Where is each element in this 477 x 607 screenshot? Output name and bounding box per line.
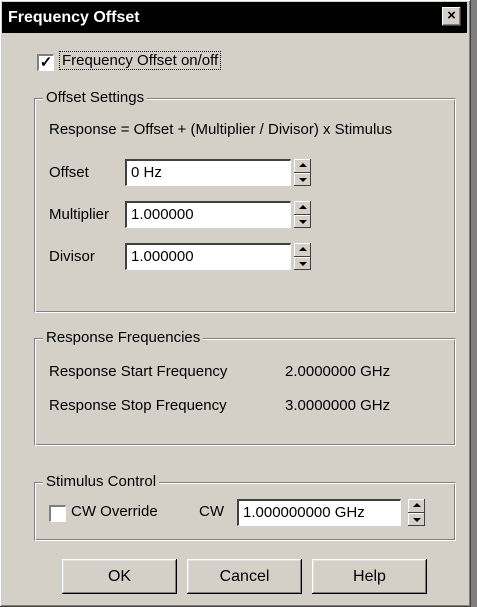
frequency-offset-checkbox[interactable]: ✓ [37, 54, 54, 71]
response-formula: Response = Offset + (Multiplier / Diviso… [49, 121, 393, 138]
offset-input[interactable]: 0 Hz [125, 159, 291, 186]
response-frequencies-title: Response Frequencies [43, 329, 204, 346]
divisor-label: Divisor [49, 248, 95, 265]
frequency-offset-label[interactable]: Frequency Offset on/off [58, 51, 222, 70]
close-icon: × [447, 7, 456, 24]
offset-label: Offset [49, 164, 89, 181]
frequency-offset-dialog: Frequency Offset × ✓ Frequency Offset on… [0, 0, 471, 607]
offset-spinner[interactable] [294, 159, 311, 186]
window-title: Frequency Offset [8, 9, 140, 26]
multiplier-spinner[interactable] [294, 201, 311, 228]
help-button[interactable]: Help [312, 559, 427, 594]
cw-spin-up[interactable] [408, 499, 425, 513]
cw-spinner[interactable] [408, 499, 425, 526]
response-stop-value: 3.0000000 GHz [285, 397, 391, 414]
divisor-input[interactable]: 1.000000 [125, 243, 291, 270]
stimulus-control-title: Stimulus Control [43, 473, 160, 490]
cw-override-checkbox[interactable] [49, 505, 66, 522]
title-bar[interactable]: Frequency Offset × [2, 2, 467, 33]
multiplier-input[interactable]: 1.000000 [125, 201, 291, 228]
response-frequencies-group: Response Frequencies [34, 329, 456, 446]
checkmark-icon: ✓ [39, 54, 53, 71]
offset-spin-down[interactable] [294, 172, 311, 186]
cancel-button[interactable]: Cancel [187, 559, 302, 594]
multiplier-spin-up[interactable] [294, 201, 311, 215]
divisor-spin-up[interactable] [294, 243, 311, 257]
response-start-label: Response Start Frequency [49, 363, 228, 380]
multiplier-label: Multiplier [49, 206, 110, 223]
cw-label: CW [199, 503, 224, 520]
response-stop-label: Response Stop Frequency [49, 397, 227, 414]
cw-override-label: CW Override [71, 503, 158, 520]
ok-button[interactable]: OK [62, 559, 177, 594]
close-button[interactable]: × [442, 7, 461, 26]
offset-spin-up[interactable] [294, 159, 311, 173]
cw-spin-down[interactable] [408, 512, 425, 526]
multiplier-spin-down[interactable] [294, 214, 311, 228]
response-start-value: 2.0000000 GHz [285, 363, 391, 380]
divisor-spinner[interactable] [294, 243, 311, 270]
divisor-spin-down[interactable] [294, 256, 311, 270]
offset-settings-title: Offset Settings [43, 89, 148, 106]
cw-input[interactable]: 1.000000000 GHz [237, 499, 401, 526]
